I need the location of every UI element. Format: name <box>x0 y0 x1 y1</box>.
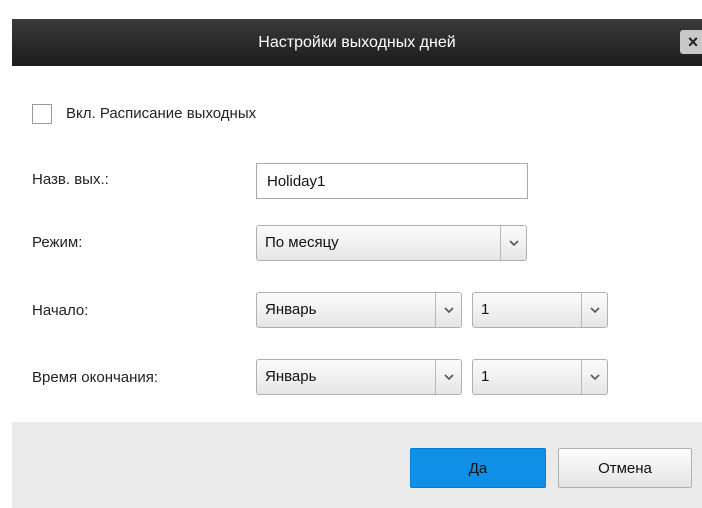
end-month-value: Январь <box>265 368 317 385</box>
mode-label: Режим: <box>32 234 83 251</box>
ok-button[interactable]: Да <box>410 448 546 488</box>
end-month-dropdown-arrow[interactable] <box>435 360 461 394</box>
chevron-down-icon <box>444 307 454 314</box>
close-icon: × <box>687 32 699 52</box>
mode-value: По месяцу <box>265 234 339 251</box>
chevron-down-icon <box>444 374 454 381</box>
holiday-settings-dialog: Настройки выходных дней × Вкл. Расписани… <box>0 0 702 508</box>
end-month-select[interactable]: Январь <box>256 359 462 395</box>
chevron-down-icon <box>509 240 519 247</box>
left-edge <box>0 0 12 508</box>
start-day-dropdown-arrow[interactable] <box>581 293 607 327</box>
start-month-dropdown-arrow[interactable] <box>435 293 461 327</box>
holiday-name-label: Назв. вых.: <box>32 171 109 188</box>
start-day-select[interactable]: 1 <box>472 292 608 328</box>
close-button[interactable]: × <box>680 30 702 54</box>
start-month-select[interactable]: Январь <box>256 292 462 328</box>
mode-select[interactable]: По месяцу <box>256 225 527 261</box>
holiday-name-input[interactable] <box>256 163 528 199</box>
end-day-select[interactable]: 1 <box>472 359 608 395</box>
cancel-button[interactable]: Отмена <box>558 448 692 488</box>
start-month-value: Январь <box>265 301 317 318</box>
end-time-label: Время окончания: <box>32 369 159 386</box>
chevron-down-icon <box>590 307 600 314</box>
enable-holiday-label: Вкл. Расписание выходных <box>66 105 257 122</box>
end-day-dropdown-arrow[interactable] <box>581 360 607 394</box>
start-label: Начало: <box>32 302 89 319</box>
end-day-value: 1 <box>481 368 490 385</box>
chevron-down-icon <box>590 374 600 381</box>
start-day-value: 1 <box>481 301 490 318</box>
dialog-title: Настройки выходных дней <box>258 34 456 51</box>
mode-dropdown-arrow[interactable] <box>500 226 526 260</box>
enable-holiday-checkbox[interactable] <box>32 104 52 124</box>
